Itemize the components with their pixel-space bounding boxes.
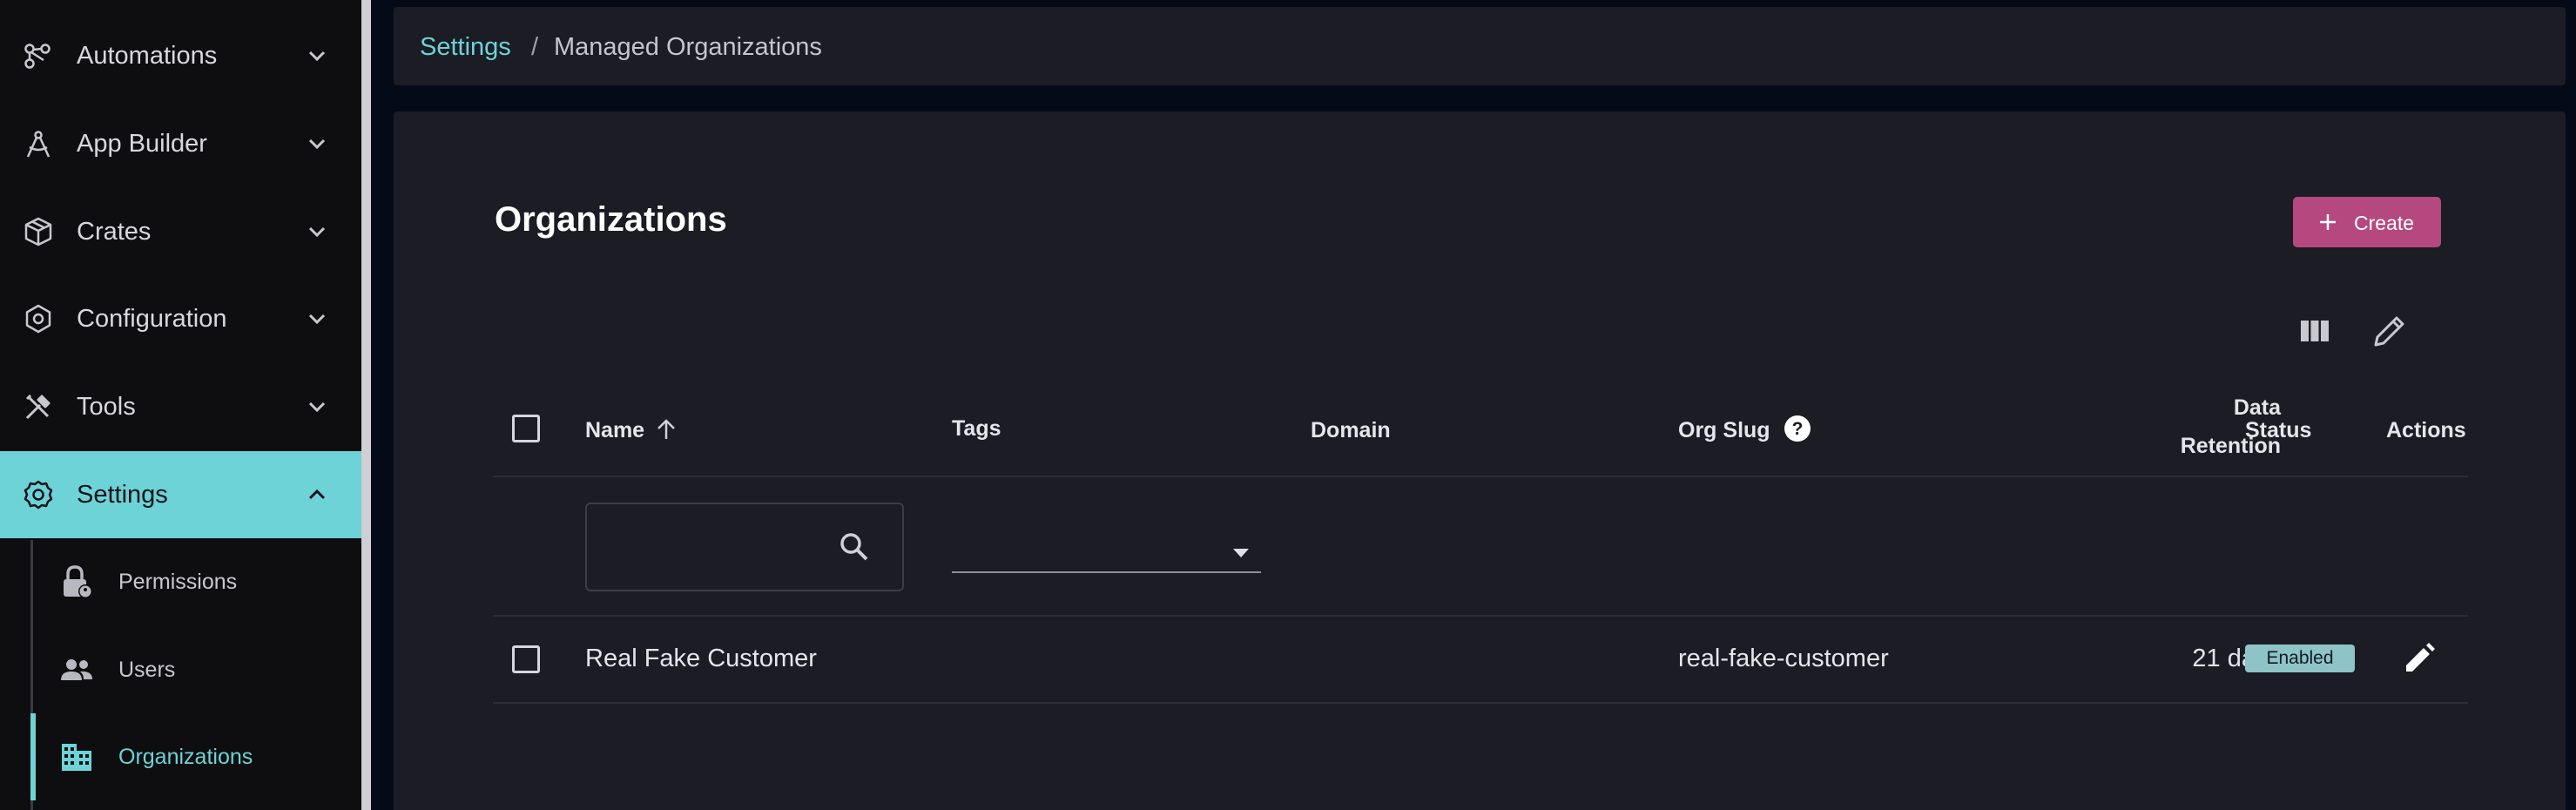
chevron-up-icon: [308, 489, 326, 500]
chevron-down-icon: [308, 402, 326, 413]
chevron-down-icon: [308, 51, 326, 62]
column-header-status[interactable]: Status: [2245, 418, 2311, 443]
tools-icon: [25, 394, 51, 420]
svg-text:?: ?: [1792, 419, 1804, 439]
column-header-domain[interactable]: Domain: [1311, 418, 1391, 443]
name-filter-input[interactable]: [585, 503, 904, 591]
dropdown-caret-icon: [1233, 549, 1249, 557]
sidebar-subitem-users[interactable]: Users: [33, 626, 361, 713]
configuration-icon: [25, 304, 51, 334]
sidebar-item-label: Settings: [77, 480, 168, 509]
help-icon[interactable]: ?: [1783, 414, 1812, 443]
organizations-icon: [62, 744, 91, 771]
search-icon: [840, 533, 868, 561]
row-checkbox[interactable]: [512, 645, 540, 673]
sidebar: Automations App Builder Crates Configura…: [0, 0, 361, 810]
sidebar-subitem-label: Organizations: [118, 745, 253, 769]
sidebar-item-label: Automations: [77, 41, 218, 70]
sidebar-item-crates[interactable]: Crates: [0, 188, 361, 275]
columns-icon[interactable]: [2299, 317, 2330, 345]
chevron-down-icon: [308, 138, 326, 150]
sidebar-item-label: Configuration: [77, 304, 227, 333]
sidebar-item-automations[interactable]: Automations: [0, 12, 361, 99]
page-title: Organizations: [495, 200, 727, 239]
sidebar-item-tools[interactable]: Tools: [0, 363, 361, 450]
divider: [493, 615, 2468, 617]
breadcrumb-current: Managed Organizations: [554, 33, 822, 61]
tags-filter-select[interactable]: [952, 523, 1261, 573]
sidebar-subitem-label: Permissions: [118, 570, 238, 594]
column-header-actions: Actions: [2386, 418, 2466, 442]
plus-icon: [2320, 214, 2336, 230]
sidebar-item-label: Crates: [77, 217, 152, 246]
create-button-label: Create: [2354, 212, 2415, 234]
sidebar-item-label: Tools: [77, 392, 136, 421]
breadcrumb-separator: /: [531, 33, 539, 61]
sidebar-subitem-organizations[interactable]: Organizations: [30, 713, 361, 800]
breadcrumb-settings-link[interactable]: Settings: [420, 33, 511, 62]
crates-icon: [24, 217, 52, 246]
chevron-down-icon: [308, 314, 326, 325]
chevron-down-icon: [308, 226, 326, 238]
edit-table-icon[interactable]: [2370, 312, 2409, 350]
column-header-data-retention-line1[interactable]: Data: [2144, 395, 2281, 421]
automations-icon: [24, 44, 51, 69]
breadcrumb: Settings / Managed Organizations: [394, 7, 2566, 85]
column-header-name[interactable]: Name: [585, 418, 644, 443]
select-all-checkbox[interactable]: [512, 415, 540, 442]
sidebar-scrollbar[interactable]: [361, 0, 371, 810]
row-org-slug: real-fake-customer: [1678, 645, 1889, 672]
lock-icon: [64, 565, 92, 598]
edit-row-icon[interactable]: [2402, 641, 2437, 676]
sidebar-subitem-permissions[interactable]: Permissions: [33, 538, 361, 625]
settings-icon: [24, 480, 53, 510]
sidebar-subitem-label: Users: [118, 658, 176, 682]
create-button[interactable]: Create: [2293, 197, 2441, 247]
sidebar-item-settings[interactable]: Settings: [0, 451, 361, 538]
column-header-org-slug[interactable]: Org Slug: [1678, 418, 1770, 443]
divider: [493, 476, 2468, 477]
status-badge: Enabled: [2245, 645, 2355, 672]
users-icon: [61, 659, 92, 680]
divider: [493, 702, 2468, 704]
sidebar-item-configuration[interactable]: Configuration: [0, 275, 361, 362]
sidebar-item-label: App Builder: [77, 129, 207, 158]
organizations-panel: Organizations Create Name Tags Domain Or…: [394, 111, 2566, 810]
row-name: Real Fake Customer: [585, 645, 817, 672]
app-builder-icon: [26, 131, 51, 158]
sort-ascending-icon[interactable]: [655, 417, 678, 442]
column-header-tags[interactable]: Tags: [952, 416, 1001, 442]
sidebar-item-app-builder[interactable]: App Builder: [0, 100, 361, 187]
